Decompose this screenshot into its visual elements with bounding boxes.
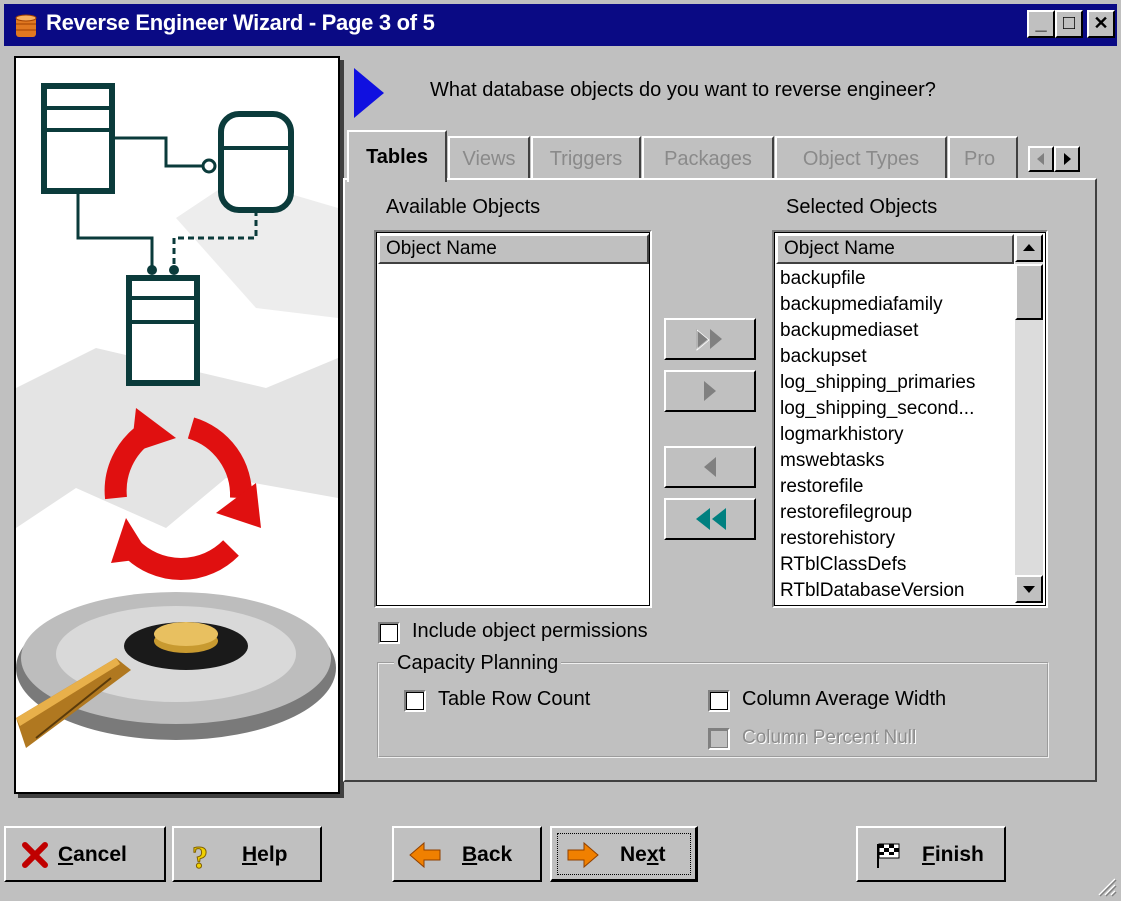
- tab-object-types-label: Object Types: [802, 148, 920, 170]
- list-item[interactable]: log_shipping_primaries: [780, 370, 975, 396]
- list-item[interactable]: backupset: [780, 344, 975, 370]
- back-label: Back: [462, 843, 513, 866]
- tab-procedures-label: Pro: [964, 148, 996, 170]
- add-button[interactable]: [664, 370, 756, 412]
- scroll-down-button[interactable]: [1015, 575, 1043, 603]
- step-marker-icon: [354, 68, 384, 118]
- list-item[interactable]: backupmediafamily: [780, 292, 975, 318]
- list-item[interactable]: backupmediaset: [780, 318, 975, 344]
- chevron-right-icon: [1064, 153, 1071, 165]
- column-percent-null-label: Column Percent Null: [742, 727, 917, 748]
- cancel-x-icon: [22, 842, 48, 868]
- double-left-arrow-icon: [696, 508, 726, 530]
- svg-text:?: ?: [192, 840, 208, 872]
- reverse-engineer-illustration-icon: [16, 83, 338, 748]
- finish-label: Finish: [922, 843, 984, 866]
- back-arrow-icon: [409, 841, 441, 869]
- maximize-icon: □: [1062, 12, 1076, 34]
- next-button[interactable]: Next: [550, 826, 698, 882]
- help-label: Help: [242, 843, 288, 866]
- tab-packages[interactable]: Packages: [642, 136, 774, 180]
- list-item[interactable]: restorefile: [780, 474, 975, 500]
- add-all-button[interactable]: [664, 318, 756, 360]
- scroll-up-icon: [1023, 244, 1035, 251]
- remove-button[interactable]: [664, 446, 756, 488]
- tab-procedures[interactable]: Pro: [948, 136, 1018, 180]
- selected-objects-list[interactable]: Object Name backupfile backupmediafamily b…: [772, 230, 1048, 608]
- close-icon: ✕: [1093, 13, 1109, 33]
- include-permissions-label: Include object permissions: [412, 620, 648, 642]
- capacity-planning-title: Capacity Planning: [394, 652, 562, 675]
- wizard-illustration: [14, 56, 340, 794]
- tab-scroll-right-button[interactable]: [1054, 146, 1080, 172]
- back-button[interactable]: Back: [392, 826, 542, 882]
- double-right-arrow-icon: [696, 329, 722, 351]
- database-icon: [15, 14, 37, 37]
- list-item[interactable]: RTblDatabaseVersion: [780, 578, 975, 604]
- tab-triggers-label: Triggers: [549, 148, 623, 170]
- tab-triggers[interactable]: Triggers: [531, 136, 641, 180]
- minimize-button[interactable]: _: [1027, 10, 1055, 38]
- close-button[interactable]: ✕: [1087, 10, 1115, 38]
- chevron-left-icon: [1037, 153, 1044, 165]
- list-item[interactable]: mswebtasks: [780, 448, 975, 474]
- column-average-width-label: Column Average Width: [742, 688, 947, 710]
- question-mark-icon: ?: [192, 840, 209, 872]
- cancel-label: Cancel: [58, 843, 127, 866]
- title-bar[interactable]: Reverse Engineer Wizard - Page 3 of 5 _ …: [4, 4, 1117, 46]
- scroll-up-button[interactable]: [1015, 234, 1043, 262]
- next-label: Next: [620, 843, 666, 866]
- tab-views[interactable]: Views: [448, 136, 530, 180]
- tab-tables-label: Tables: [366, 146, 428, 168]
- list-item[interactable]: restorehistory: [780, 526, 975, 552]
- selected-list-scrollbar[interactable]: [1015, 234, 1043, 603]
- column-average-width-checkbox[interactable]: [708, 690, 730, 712]
- window-title: Reverse Engineer Wizard - Page 3 of 5: [46, 10, 435, 35]
- cancel-button[interactable]: Cancel: [4, 826, 166, 882]
- include-permissions-checkbox[interactable]: [378, 622, 400, 644]
- tab-views-label: Views: [462, 148, 516, 170]
- selected-column-header-label: Object Name: [784, 238, 895, 259]
- scroll-thumb[interactable]: [1015, 264, 1043, 320]
- available-objects-heading: Available Objects: [386, 196, 541, 218]
- list-item[interactable]: restorefilegroup: [780, 500, 975, 526]
- selected-objects-heading: Selected Objects: [786, 196, 938, 218]
- available-objects-list[interactable]: Object Name: [374, 230, 652, 608]
- list-item[interactable]: RTblClassDefs: [780, 552, 975, 578]
- finish-button[interactable]: Finish: [856, 826, 1006, 882]
- question-text: What database objects do you want to rev…: [430, 79, 936, 101]
- right-arrow-icon: [704, 381, 716, 401]
- table-row-count-label: Table Row Count: [438, 688, 591, 710]
- wizard-window: Reverse Engineer Wizard - Page 3 of 5 _ …: [0, 0, 1121, 901]
- next-arrow-icon: [567, 841, 599, 869]
- available-column-header[interactable]: Object Name: [378, 234, 649, 264]
- maximize-button[interactable]: □: [1055, 10, 1083, 38]
- available-column-header-label: Object Name: [386, 238, 497, 259]
- resize-grip-icon[interactable]: [1095, 875, 1117, 897]
- list-item[interactable]: logmarkhistory: [780, 422, 975, 448]
- selected-column-header[interactable]: Object Name: [776, 234, 1014, 264]
- tab-scroll-left-button[interactable]: [1028, 146, 1054, 172]
- tab-tables[interactable]: Tables: [347, 130, 447, 182]
- selected-items: backupfile backupmediafamily backupmediase…: [780, 266, 975, 604]
- list-item[interactable]: backupfile: [780, 266, 975, 292]
- tab-packages-label: Packages: [664, 148, 752, 170]
- table-row-count-checkbox[interactable]: [404, 690, 426, 712]
- remove-all-button[interactable]: [664, 498, 756, 540]
- column-percent-null-checkbox[interactable]: [708, 728, 730, 750]
- scroll-down-icon: [1023, 586, 1035, 593]
- list-item[interactable]: log_shipping_second...: [780, 396, 975, 422]
- checkered-flag-icon: [877, 843, 900, 868]
- tab-object-types[interactable]: Object Types: [775, 136, 947, 180]
- help-button[interactable]: ? Help: [172, 826, 322, 882]
- minimize-icon: _: [1035, 12, 1047, 34]
- left-arrow-icon: [704, 457, 716, 477]
